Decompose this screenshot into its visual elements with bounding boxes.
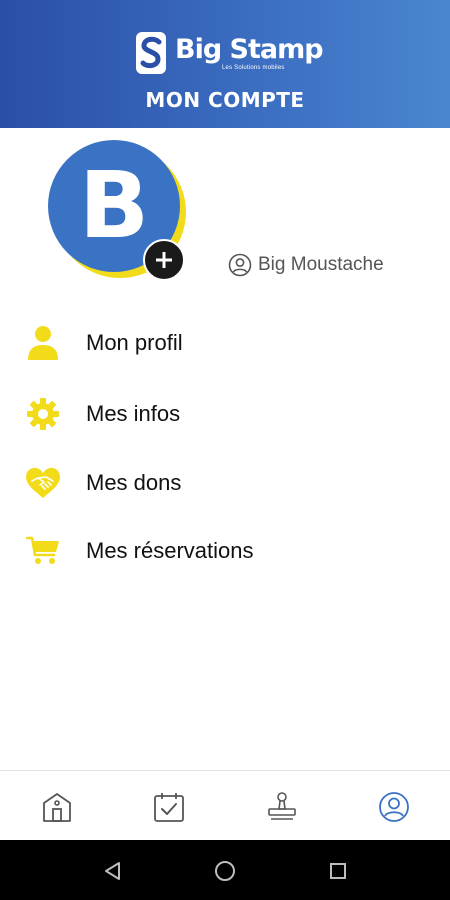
system-navigation-bar (0, 840, 450, 900)
user-circle-icon (228, 253, 252, 277)
cart-icon (25, 533, 61, 569)
big-stamp-logo: Big Stamp Les Solutions mobiles (135, 30, 324, 80)
home-icon (43, 793, 71, 822)
handshake-heart-icon (25, 465, 61, 501)
logo-tagline: Les Solutions mobiles (222, 65, 285, 71)
app-header: Big Stamp Les Solutions mobiles MON COMP… (0, 0, 450, 128)
menu-item-mes-infos[interactable]: Mes infos (0, 384, 450, 444)
plus-icon (156, 252, 172, 268)
nav-account[interactable] (374, 787, 414, 827)
menu-item-label: Mes réservations (86, 538, 254, 563)
nav-stamp[interactable] (262, 787, 302, 827)
bottom-navigation (0, 770, 450, 841)
page-title: MON COMPTE (145, 88, 305, 112)
home-circle-icon (215, 861, 235, 881)
account-icon (379, 792, 409, 822)
calendar-check-icon (154, 793, 184, 822)
avatar-container: B (48, 140, 188, 281)
gear-icon (25, 396, 61, 432)
menu-item-label: Mes dons (86, 470, 182, 495)
nav-home[interactable] (37, 787, 77, 827)
recents-icon (330, 863, 346, 879)
menu-item-mes-dons[interactable]: Mes dons (0, 453, 450, 513)
person-icon (25, 325, 61, 361)
big-stamp-logo-icon (136, 32, 166, 74)
username: Big Moustache (258, 254, 384, 275)
system-home-button[interactable] (212, 858, 238, 884)
nav-calendar[interactable] (149, 787, 189, 827)
stamp-icon (268, 792, 296, 820)
menu-item-label: Mon profil (86, 330, 183, 355)
add-photo-button[interactable] (143, 239, 185, 281)
menu-item-label: Mes infos (86, 401, 181, 426)
username-row: Big Moustache (228, 253, 384, 277)
back-icon (105, 862, 120, 880)
menu-item-mes-reservations[interactable]: Mes réservations (0, 521, 450, 581)
system-back-button[interactable] (100, 858, 126, 884)
logo-text: Big Stamp (175, 34, 324, 65)
system-recents-button[interactable] (325, 858, 351, 884)
menu-item-mon-profil[interactable]: Mon profil (0, 313, 450, 373)
